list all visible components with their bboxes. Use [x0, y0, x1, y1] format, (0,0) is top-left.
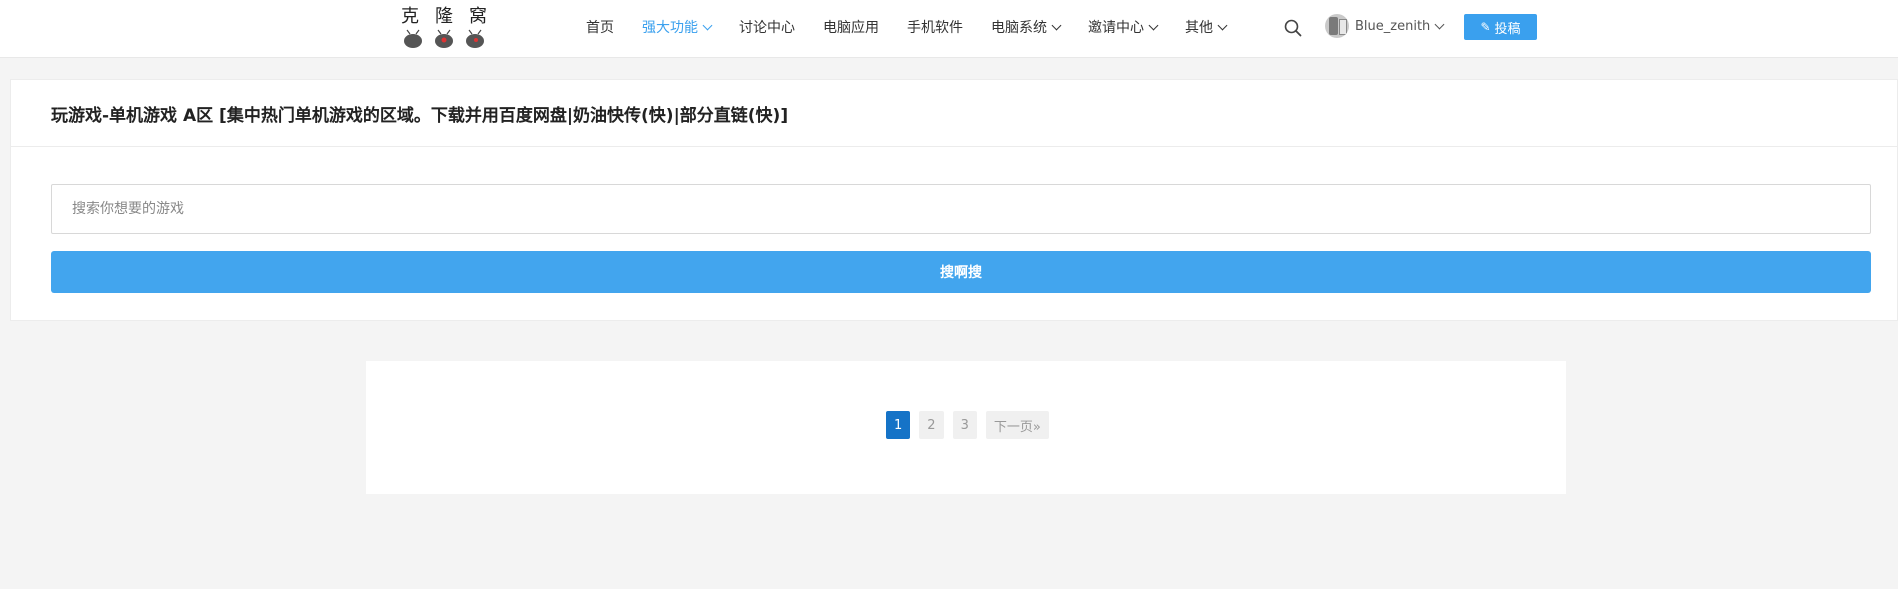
- section-header: 玩游戏-单机游戏 A区 [集中热门单机游戏的区域。下载并用百度网盘|奶油快传(快…: [11, 80, 1897, 147]
- post-button[interactable]: ✎ 投稿: [1464, 14, 1537, 40]
- avatar: [1325, 14, 1349, 38]
- nav-item-other[interactable]: 其他: [1185, 17, 1228, 37]
- logo-char: 隆: [435, 6, 453, 27]
- page-link[interactable]: 3: [952, 411, 977, 439]
- nav-item-mobile-apps[interactable]: 手机软件: [907, 17, 963, 37]
- chevron-down-icon: [1217, 20, 1228, 30]
- chevron-down-icon: [1148, 20, 1159, 30]
- bug-icon: [404, 29, 422, 48]
- logo-char: 克: [401, 6, 419, 27]
- edit-icon: ✎: [1480, 20, 1491, 34]
- nav-item-invite[interactable]: 邀请中心: [1088, 17, 1159, 37]
- nav-item-discussion[interactable]: 讨论中心: [739, 17, 795, 37]
- user-menu[interactable]: Blue_zenith: [1325, 14, 1445, 38]
- logo-char: 窝: [469, 6, 487, 27]
- search-submit-button[interactable]: 搜啊搜: [51, 251, 1871, 293]
- search-icon[interactable]: [1283, 18, 1303, 38]
- results-panel: 1 2 3 下一页»: [366, 361, 1566, 494]
- nav-item-home[interactable]: 首页: [586, 17, 614, 37]
- bug-icon: [435, 29, 453, 48]
- chevron-down-icon: [702, 20, 713, 30]
- next-page-link[interactable]: 下一页»: [985, 411, 1049, 439]
- username: Blue_zenith: [1355, 18, 1431, 34]
- chevron-down-icon: [1434, 19, 1445, 29]
- game-search-input[interactable]: [51, 184, 1871, 234]
- page-link-current[interactable]: 1: [886, 411, 911, 439]
- nav-item-pc-systems[interactable]: 电脑系统: [991, 17, 1062, 37]
- nav-item-features[interactable]: 强大功能: [642, 17, 713, 37]
- logo-text: 克 隆 窝: [401, 2, 487, 28]
- pagination: 1 2 3 下一页»: [886, 411, 1058, 439]
- chevron-down-icon: [1051, 20, 1062, 30]
- page-title: 玩游戏-单机游戏 A区 [集中热门单机游戏的区域。下载并用百度网盘|奶油快传(快…: [51, 105, 789, 126]
- section-card: 玩游戏-单机游戏 A区 [集中热门单机游戏的区域。下载并用百度网盘|奶油快传(快…: [10, 79, 1898, 321]
- main-nav: 首页 强大功能 讨论中心 电脑应用 手机软件 电脑系统 邀请中心 其他: [586, 0, 1254, 54]
- site-logo[interactable]: 克 隆 窝: [401, 2, 487, 50]
- nav-item-pc-apps[interactable]: 电脑应用: [823, 17, 879, 37]
- bug-icon: [466, 29, 484, 48]
- site-header: 克 隆 窝 首页 强大功能 讨论中心 电脑应用 手机软件 电脑系统 邀请中心 其…: [0, 0, 1898, 58]
- logo-bugs: [401, 29, 487, 49]
- page-link[interactable]: 2: [919, 411, 944, 439]
